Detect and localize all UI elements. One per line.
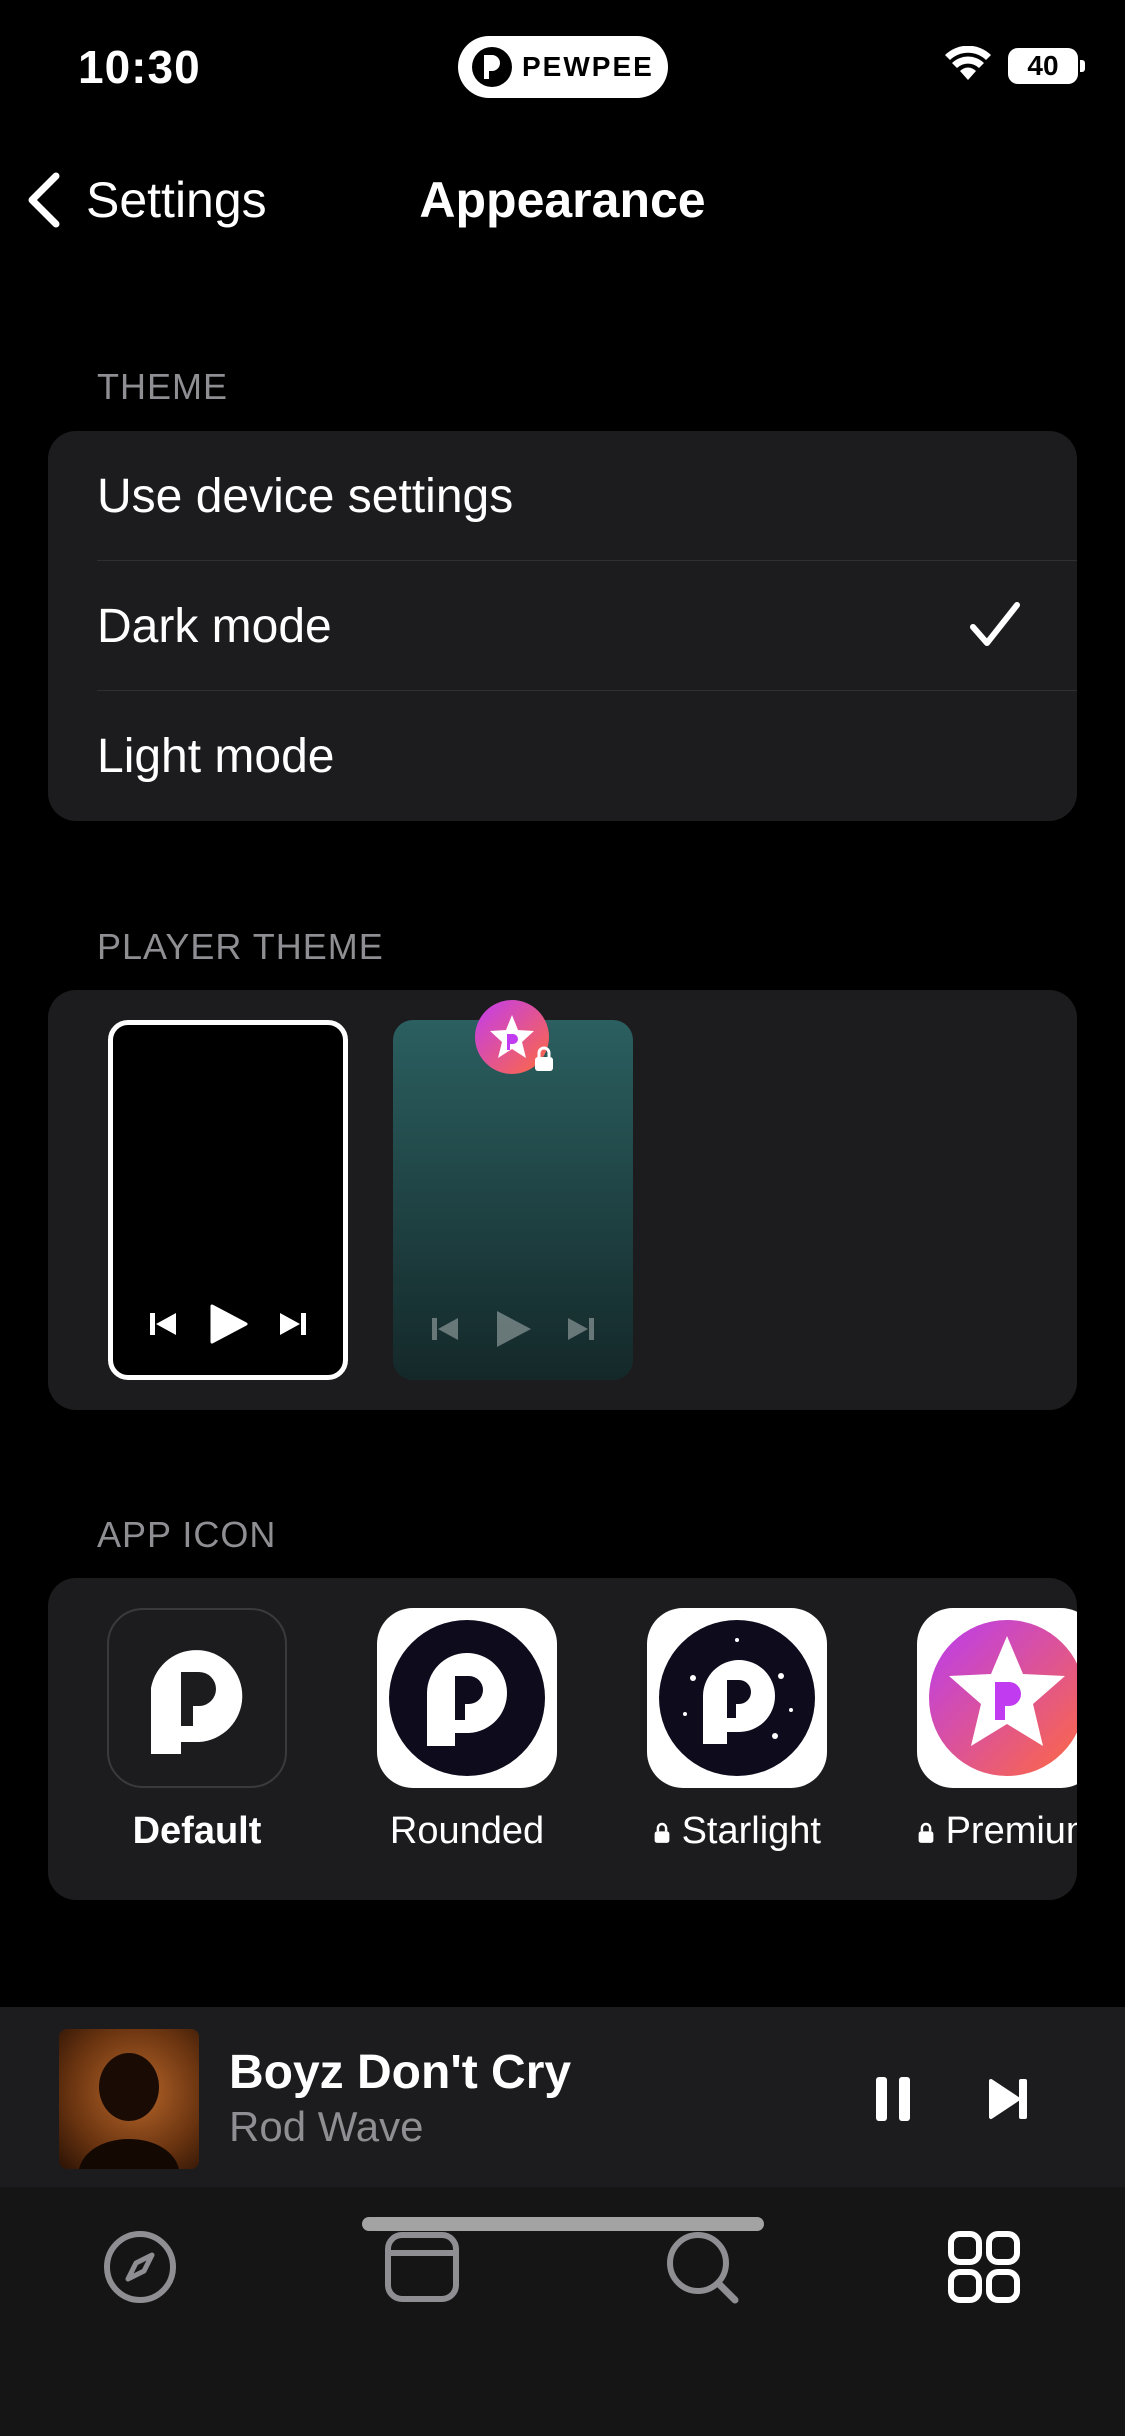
theme-section-label: THEME <box>97 366 228 407</box>
compass-icon <box>104 2231 176 2303</box>
app-pill-label: PEWPEE <box>522 51 654 82</box>
mini-player[interactable]: Boyz Don't Cry Rod Wave <box>0 2007 1125 2187</box>
app-icon-rounded[interactable]: Rounded <box>377 1608 557 1853</box>
app-icon-section-label: APP ICON <box>97 1514 277 1555</box>
pewpee-rounded-icon <box>377 1608 557 1788</box>
theme-option-device[interactable]: Use device settings <box>48 431 1077 561</box>
lock-icon <box>535 1046 553 1071</box>
app-icon-starlight[interactable]: Starlight <box>647 1608 827 1853</box>
app-icon-label: Premium <box>917 1810 1077 1853</box>
app-icon-name: Starlight <box>681 1810 821 1852</box>
lock-icon <box>918 1822 934 1843</box>
grid-icon <box>948 2231 1020 2303</box>
status-bar: 10:30 PEWPEE 40 <box>0 0 1125 140</box>
skip-next-icon[interactable] <box>988 2077 1030 2121</box>
app-pill: PEWPEE <box>458 36 668 98</box>
album-art <box>59 2029 199 2169</box>
home-indicator <box>362 2217 764 2231</box>
battery-icon: 40 <box>1008 48 1085 84</box>
app-icon-default[interactable]: Default <box>107 1608 287 1853</box>
status-time: 10:30 <box>78 41 201 93</box>
back-button[interactable]: Settings <box>24 160 267 240</box>
player-preview-controls <box>113 1303 343 1345</box>
search-icon <box>667 2232 739 2304</box>
app-icon-label: Starlight <box>647 1810 827 1853</box>
now-playing-artist: Rod Wave <box>229 2103 424 2150</box>
wifi-icon <box>945 46 991 80</box>
play-icon <box>496 1311 531 1347</box>
app-icon-list: Default Rounded Starlight Premium <box>48 1608 1077 1858</box>
theme-card: Use device settings Dark mode Light mode <box>48 431 1077 821</box>
app-icon-name: Premium <box>945 1810 1077 1852</box>
pause-icon[interactable] <box>872 2075 914 2123</box>
tab-library[interactable] <box>382 2227 462 2307</box>
theme-option-label: Light mode <box>97 729 335 783</box>
nav-bar: Appearance Settings <box>0 160 1125 240</box>
player-preview-controls <box>393 1308 633 1350</box>
next-icon <box>568 1318 595 1340</box>
now-playing-title: Boyz Don't Cry <box>229 2046 572 2099</box>
library-icon <box>385 2232 459 2302</box>
theme-option-dark[interactable]: Dark mode <box>48 561 1077 691</box>
pewpee-default-icon <box>107 1608 287 1788</box>
checkmark-icon <box>970 602 1020 646</box>
play-icon <box>210 1304 248 1344</box>
next-icon <box>280 1313 306 1335</box>
lock-icon <box>654 1822 670 1843</box>
previous-icon <box>431 1318 458 1340</box>
app-icon-label: Rounded <box>389 1810 545 1852</box>
pewpee-logo-icon <box>472 47 512 87</box>
player-theme-black[interactable] <box>108 1020 348 1380</box>
tab-search[interactable] <box>662 2227 742 2307</box>
pewpee-premium-icon <box>917 1608 1077 1788</box>
tab-explore[interactable] <box>100 2227 180 2307</box>
app-icon-premium[interactable]: Premium <box>917 1608 1077 1853</box>
theme-option-label: Dark mode <box>97 599 332 653</box>
tab-more[interactable] <box>944 2227 1024 2307</box>
player-theme-teal[interactable] <box>393 1000 633 1380</box>
back-label: Settings <box>86 172 267 228</box>
previous-icon <box>150 1313 176 1335</box>
player-theme-card <box>48 990 1077 1410</box>
chevron-left-icon <box>28 172 60 228</box>
theme-option-light[interactable]: Light mode <box>48 691 1077 821</box>
pewpee-starlight-icon <box>647 1608 827 1788</box>
player-theme-section-label: PLAYER THEME <box>97 926 384 967</box>
theme-option-label: Use device settings <box>97 469 514 523</box>
app-icon-label: Default <box>132 1810 262 1852</box>
app-icon-card: Default Rounded Starlight Premium <box>48 1578 1077 1900</box>
